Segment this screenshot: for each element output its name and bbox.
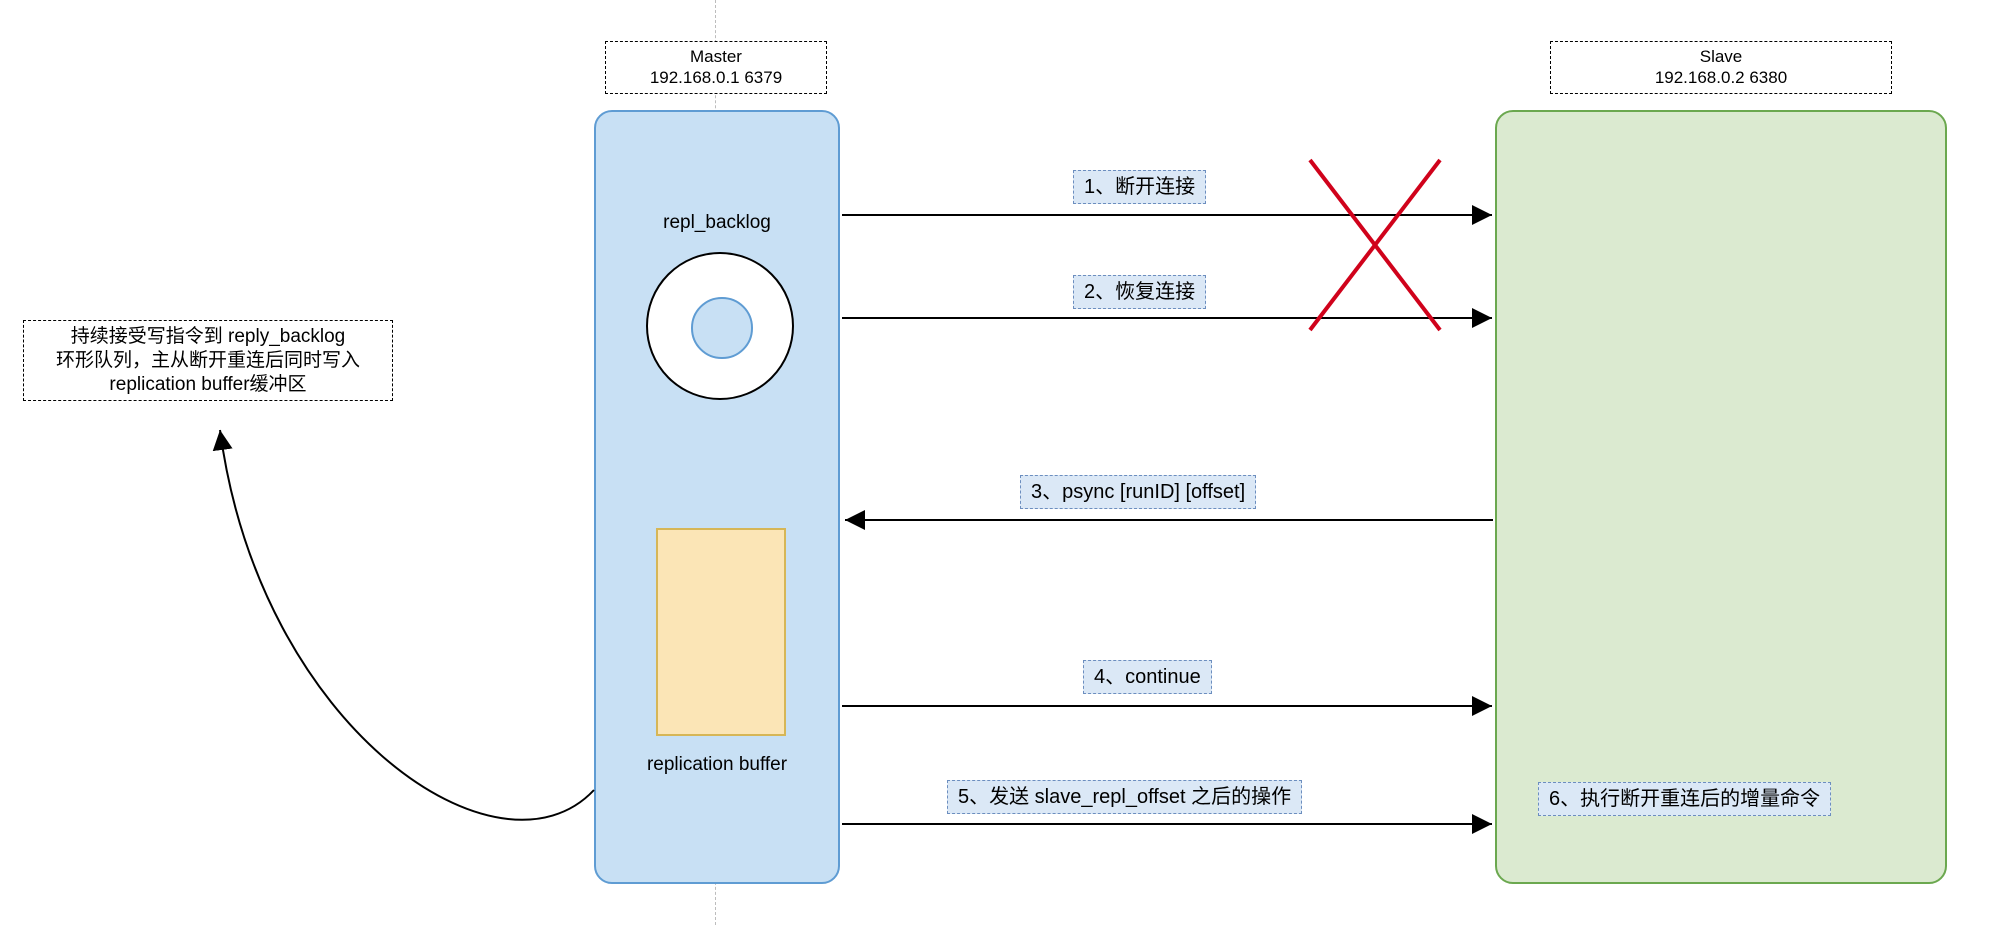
master-title: Master (612, 46, 820, 67)
step-5-label: 5、发送 slave_repl_offset 之后的操作 (947, 780, 1302, 814)
slave-title: Slave (1557, 46, 1885, 67)
note-line1: 持续接受写指令到 reply_backlog (71, 326, 346, 347)
step-6-label: 6、执行断开重连后的增量命令 (1538, 782, 1831, 816)
side-note-box: 持续接受写指令到 reply_backlog 环形队列，主从断开重连后同时写入 … (23, 320, 393, 401)
step-2-label: 2、恢复连接 (1073, 275, 1206, 309)
disconnect-cross-icon (1310, 160, 1440, 330)
replication-buffer-label: replication buffer (596, 754, 838, 776)
arrow-backlog-note (220, 430, 594, 820)
note-line2: 环形队列，主从断开重连后同时写入 (56, 350, 360, 371)
slave-address: 192.168.0.2 6380 (1557, 67, 1885, 88)
step-3-label: 3、psync [runID] [offset] (1020, 475, 1256, 509)
replication-buffer-rect (656, 528, 786, 736)
master-address: 192.168.0.1 6379 (612, 67, 820, 88)
note-line3: replication buffer缓冲区 (109, 374, 306, 395)
master-label-box: Master 192.168.0.1 6379 (605, 41, 827, 94)
step-4-label: 4、continue (1083, 660, 1212, 694)
slave-node (1495, 110, 1947, 884)
repl-backlog-label: repl_backlog (596, 212, 838, 234)
repl-backlog-donut (646, 252, 794, 400)
step-1-label: 1、断开连接 (1073, 170, 1206, 204)
slave-label-box: Slave 192.168.0.2 6380 (1550, 41, 1892, 94)
master-node: repl_backlog replication buffer (594, 110, 840, 884)
diagram-canvas: Master 192.168.0.1 6379 Slave 192.168.0.… (0, 0, 2000, 925)
